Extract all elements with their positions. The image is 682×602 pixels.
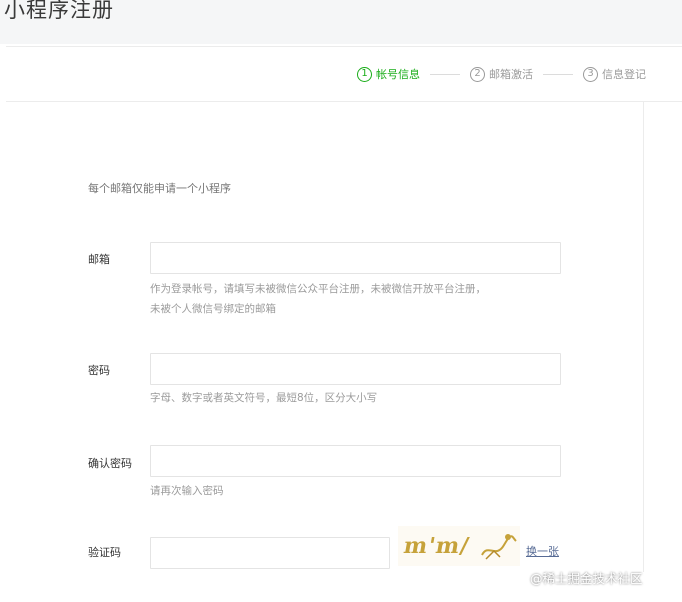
password-label: 密码 xyxy=(88,364,110,377)
form-panel xyxy=(6,102,644,572)
confirm-password-field[interactable] xyxy=(150,445,561,477)
step-divider xyxy=(543,73,573,75)
page-title: 小程序注册 xyxy=(4,0,114,22)
step-indicator: 1 帐号信息 2 邮箱激活 3 信息登记 xyxy=(357,66,646,82)
step-info-registration: 3 信息登记 xyxy=(583,66,646,82)
email-label: 邮箱 xyxy=(88,253,110,266)
captcha-text: m'm/ xyxy=(401,533,472,559)
email-hint: 作为登录帐号，请填写未被微信公众平台注册，未被微信开放平台注册， 未被个人微信号… xyxy=(150,279,570,319)
confirm-password-hint: 请再次输入密码 xyxy=(150,485,224,497)
step-label: 信息登记 xyxy=(602,68,646,81)
email-field[interactable] xyxy=(150,242,561,274)
form-intro: 每个邮箱仅能申请一个小程序 xyxy=(88,182,231,195)
step-number-1: 1 xyxy=(357,66,372,82)
watermark: @稀土掘金技术社区 xyxy=(530,571,643,586)
confirm-password-label: 确认密码 xyxy=(88,457,132,470)
step-header: 1 帐号信息 2 邮箱激活 3 信息登记 xyxy=(6,46,682,102)
captcha-noise-icon xyxy=(481,534,517,560)
step-number-2: 2 xyxy=(470,66,485,82)
captcha-image[interactable]: m'm/ xyxy=(398,526,520,566)
step-email-activation: 2 邮箱激活 xyxy=(470,66,533,82)
captcha-label: 验证码 xyxy=(88,546,121,559)
step-label: 帐号信息 xyxy=(376,68,420,81)
step-number-3: 3 xyxy=(583,66,598,82)
password-field[interactable] xyxy=(150,353,561,385)
email-hint-line2: 未被个人微信号绑定的邮箱 xyxy=(150,303,276,315)
refresh-captcha-link[interactable]: 换一张 xyxy=(526,543,559,559)
captcha-field[interactable] xyxy=(150,537,390,569)
step-divider xyxy=(430,73,460,75)
step-account-info: 1 帐号信息 xyxy=(357,66,420,82)
step-label: 邮箱激活 xyxy=(489,68,533,81)
email-hint-line1: 作为登录帐号，请填写未被微信公众平台注册，未被微信开放平台注册， xyxy=(150,283,486,295)
password-hint: 字母、数字或者英文符号，最短8位，区分大小写 xyxy=(150,392,378,404)
